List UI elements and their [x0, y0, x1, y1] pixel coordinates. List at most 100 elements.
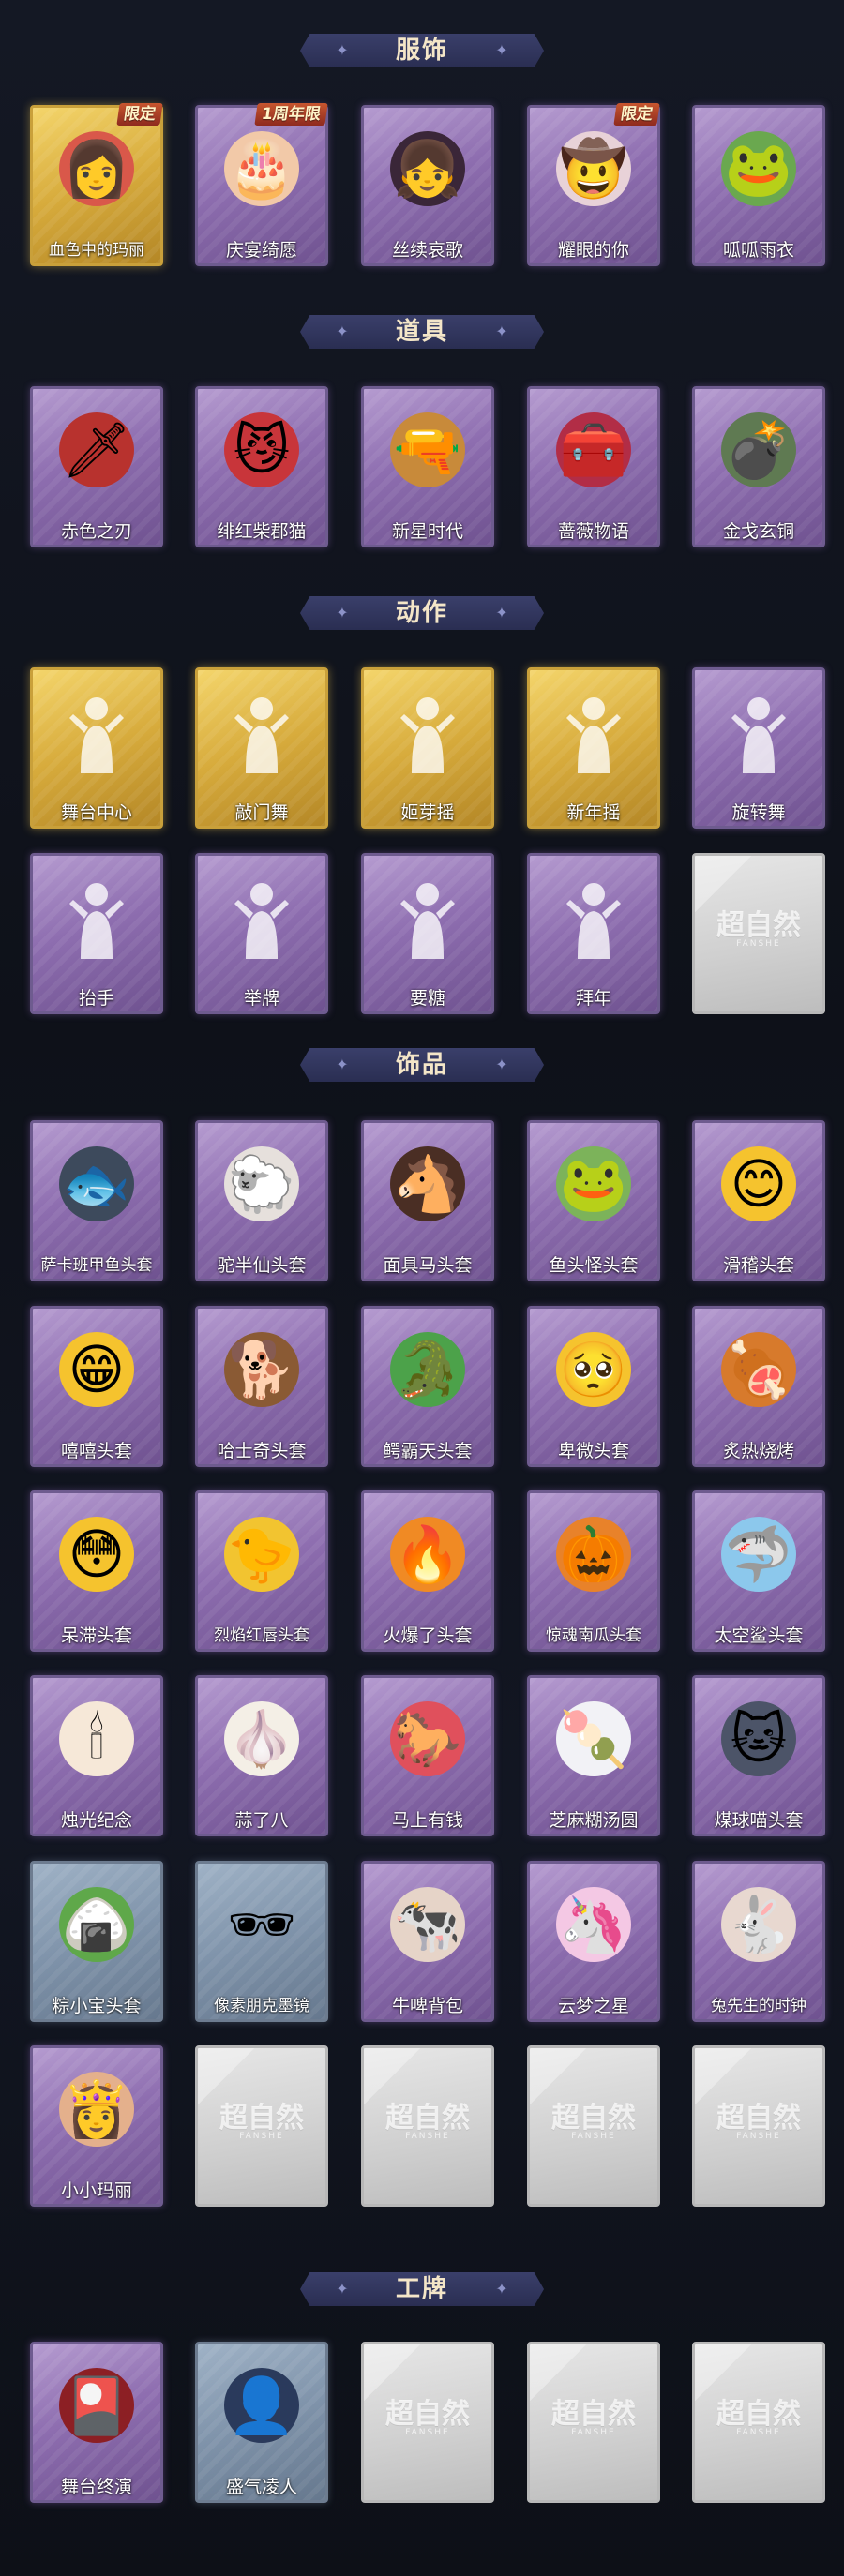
locked-item-card[interactable]: 超自然 FANSHE [361, 2342, 494, 2503]
fish-head-icon: 🐟 [50, 1137, 143, 1231]
item-card[interactable]: 🐑 驼半仙头套 [195, 1120, 328, 1281]
locked-item-card[interactable]: 超自然 FANSHE [527, 2342, 660, 2503]
money-horse-icon: 🐎 [381, 1692, 475, 1786]
art-glyph: 🧰 [559, 418, 628, 482]
item-card[interactable]: 🕶 像素朋克墨镜 [195, 1861, 328, 2022]
locked-item-card[interactable]: 超自然 FANSHE [527, 2045, 660, 2207]
husky-head-icon: 🐕 [215, 1323, 309, 1416]
item-card[interactable]: 🧄 蒜了八 [195, 1675, 328, 1836]
item-card[interactable]: 🐇 兔先生的时钟 [692, 1861, 825, 2022]
art-glyph: 🥺 [559, 1338, 628, 1401]
item-card[interactable]: 😁 嘻嘻头套 [30, 1306, 163, 1467]
humble-face-icon: 🥺 [547, 1323, 641, 1416]
item-card[interactable]: 抬手 [30, 853, 163, 1014]
item-card[interactable]: 🐎 马上有钱 [361, 1675, 494, 1836]
art-glyph: 🐟 [62, 1152, 131, 1216]
locked-item-card[interactable]: 超自然 FANSHE [692, 2045, 825, 2207]
candle-icon: 🕯 [50, 1692, 143, 1786]
medkit-icon: 🧰 [547, 403, 641, 497]
item-name: 血色中的玛丽 [49, 241, 144, 260]
item-name: 像素朋克墨镜 [214, 1997, 309, 2015]
placeholder-logo: 超自然 [385, 2398, 470, 2431]
item-card[interactable]: 🔥 火爆了头套 [361, 1490, 494, 1652]
art-glyph: 🦄 [559, 1893, 628, 1956]
item-card[interactable]: 举牌 [195, 853, 328, 1014]
item-name: 面具马头套 [383, 1255, 473, 1276]
item-card[interactable]: 😼 绯红柴郡猫 [195, 386, 328, 547]
item-card[interactable]: 拜年 [527, 853, 660, 1014]
item-card[interactable]: 🦄 云梦之星 [527, 1861, 660, 2022]
silhouette-card-icon: 👤 [215, 2359, 309, 2452]
item-card[interactable]: 🐕 哈士奇头套 [195, 1306, 328, 1467]
art-glyph: 🦈 [724, 1522, 793, 1586]
item-card[interactable]: 🗡 赤色之刃 [30, 386, 163, 547]
item-name: 舞台终演 [60, 2477, 132, 2497]
item-card[interactable]: 舞台中心 [30, 667, 163, 829]
item-card[interactable]: 🧰 蔷薇物语 [527, 386, 660, 547]
item-card[interactable]: 敲门舞 [195, 667, 328, 829]
item-card[interactable]: 👸 小小玛丽 [30, 2045, 163, 2207]
placeholder-logo: 超自然 [716, 2398, 801, 2431]
art-glyph: 🐑 [227, 1152, 296, 1216]
item-card[interactable]: 🐸 鱼头怪头套 [527, 1120, 660, 1281]
item-card[interactable]: 姬芽摇 [361, 667, 494, 829]
item-card[interactable]: 旋转舞 [692, 667, 825, 829]
item-name: 新星时代 [391, 521, 463, 542]
art-glyph: 😊 [730, 1152, 788, 1216]
item-card[interactable]: 🐴 面具马头套 [361, 1120, 494, 1281]
item-card[interactable]: 🎴 舞台终演 [30, 2342, 163, 2503]
garlic-icon: 🧄 [215, 1692, 309, 1786]
item-card[interactable]: 🐸 呱呱雨衣 [692, 105, 825, 266]
item-name: 举牌 [243, 988, 279, 1009]
sprout-shake-icon [385, 684, 470, 778]
item-card[interactable]: 🕯 烛光纪念 [30, 1675, 163, 1836]
placeholder-logo: 超自然 [716, 909, 801, 942]
item-name: 云梦之星 [557, 1996, 629, 2016]
item-card[interactable]: 🐤 烈焰红唇头套 [195, 1490, 328, 1652]
item-card[interactable]: 🐱 煤球喵头套 [692, 1675, 825, 1836]
item-card[interactable]: 🍖 炙热烧烤 [692, 1306, 825, 1467]
item-card[interactable]: 🎃 惊魂南瓜头套 [527, 1490, 660, 1652]
art-glyph: 🐸 [559, 1152, 628, 1216]
item-card[interactable]: 新年摇 [527, 667, 660, 829]
coal-cat-icon: 🐱 [712, 1692, 806, 1786]
item-card[interactable]: 🍙 粽小宝头套 [30, 1861, 163, 2022]
spin-dance-icon [716, 684, 801, 778]
placeholder-logo-sub: FANSHE [571, 2132, 616, 2141]
fire-spirit-icon: 🔥 [381, 1507, 475, 1601]
locked-item-card[interactable]: 超自然 FANSHE [361, 2045, 494, 2207]
hold-sign-icon [219, 870, 304, 964]
item-card[interactable]: 🐄 牛啤背包 [361, 1861, 494, 2022]
item-name: 旋转舞 [731, 802, 786, 823]
item-card[interactable]: 🥺 卑微头套 [527, 1306, 660, 1467]
item-card[interactable]: 😳 呆滞头套 [30, 1490, 163, 1652]
item-card[interactable]: 🐊 鳄霸天头套 [361, 1306, 494, 1467]
stage-pose-icon [54, 684, 139, 778]
locked-item-card[interactable]: 超自然 FANSHE [692, 2342, 825, 2503]
item-name: 哈士奇头套 [217, 1441, 307, 1461]
item-card[interactable]: 🤠 限定 耀眼的你 [527, 103, 660, 266]
item-card[interactable]: 🦈 太空鲨头套 [692, 1490, 825, 1652]
item-card[interactable]: 👩 限定 血色中的玛丽 [30, 103, 163, 266]
item-card[interactable]: 👤 盛气凌人 [195, 2342, 328, 2503]
item-card[interactable]: 🎂 1周年限 庆宴绮愿 [195, 103, 328, 266]
fish-monster-head-icon: 🐸 [547, 1137, 641, 1231]
locked-item-card[interactable]: 超自然 FANSHE [692, 853, 825, 1014]
section-title: 服饰 [395, 37, 448, 65]
pixel-sunglasses-icon: 🕶 [215, 1878, 309, 1971]
item-card[interactable]: 要糖 [361, 853, 494, 1014]
locked-item-card[interactable]: 超自然 FANSHE [195, 2045, 328, 2207]
placeholder-logo: 超自然 [219, 2102, 304, 2134]
art-glyph: 👤 [227, 2374, 296, 2437]
item-card[interactable]: 😊 滑稽头套 [692, 1120, 825, 1281]
item-card[interactable]: 🍡 芝麻糊汤圆 [527, 1675, 660, 1836]
item-card[interactable]: 💣 金戈玄铜 [692, 386, 825, 547]
limited-badge: 限定 [613, 103, 660, 126]
item-card[interactable]: 🐟 萨卡班甲鱼头套 [30, 1120, 163, 1281]
item-name: 鳄霸天头套 [383, 1441, 473, 1461]
section-title: 动作 [395, 599, 448, 627]
item-card[interactable]: 👧 丝续哀歌 [361, 105, 494, 266]
item-card[interactable]: 🔫 新星时代 [361, 386, 494, 547]
art-glyph: 👧 [393, 137, 462, 201]
art-glyph: 🔫 [393, 418, 462, 482]
